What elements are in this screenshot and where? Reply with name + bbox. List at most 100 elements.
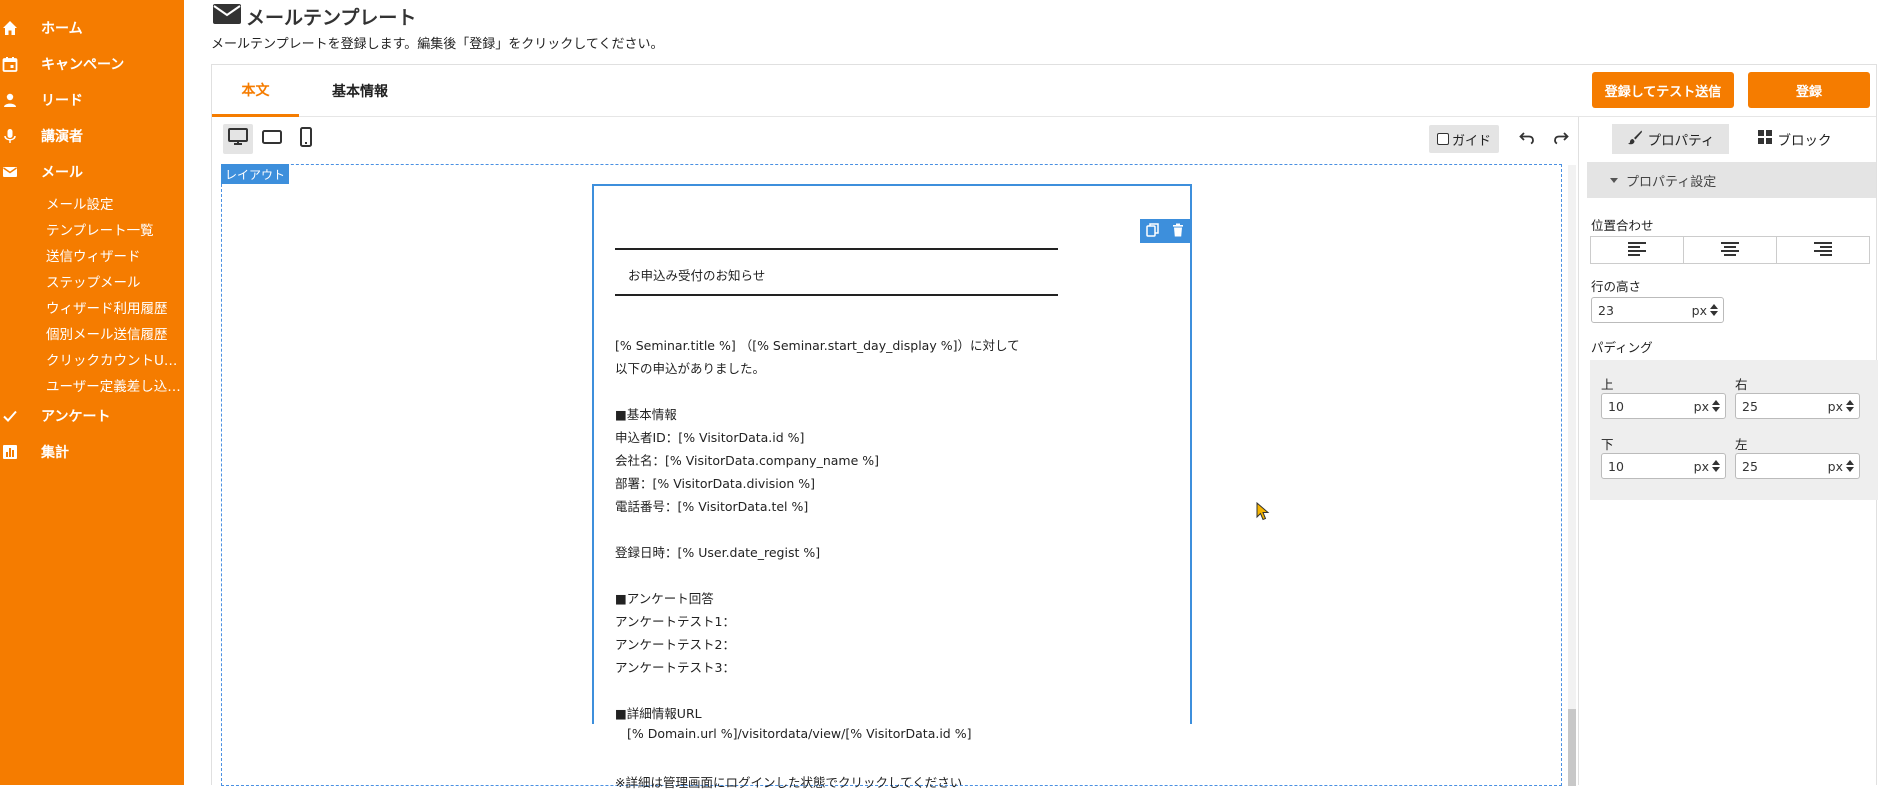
padding-left-input[interactable]: 25 px — [1735, 453, 1860, 479]
undo-button[interactable] — [1512, 124, 1542, 154]
tab-bar: 本文 基本情報 登録してテスト送信 登録 — [212, 65, 1876, 117]
tab-basic-info[interactable]: 基本情報 — [310, 65, 410, 117]
align-left-icon — [1628, 241, 1646, 260]
home-icon — [1, 19, 19, 37]
email-line: ※詳細は管理画面にログインした状態でクリックしてください — [615, 775, 963, 790]
padding-right-input[interactable]: 25 px — [1735, 393, 1860, 419]
copy-icon[interactable] — [1146, 222, 1159, 241]
guide-label: ガイド — [1451, 133, 1491, 149]
divider-top — [615, 248, 1058, 250]
desktop-view-button[interactable] — [223, 124, 253, 154]
tab-blocks-label: ブロック — [1777, 133, 1832, 149]
email-line: ■基本情報 — [615, 407, 677, 422]
sidebar-item-home[interactable]: ホーム — [0, 14, 184, 42]
stepper-icon[interactable] — [1711, 460, 1721, 472]
sidebar-item-mail[interactable]: メール — [0, 158, 184, 186]
section-title: プロパティ設定 — [1626, 174, 1717, 190]
unit-label: px — [1827, 398, 1843, 414]
calendar-icon — [1, 55, 19, 73]
guide-toggle[interactable]: ガイド — [1429, 125, 1499, 153]
padding-group: 上 10 px 右 25 px 下 10 px 左 25 px — [1590, 360, 1878, 500]
align-right-button[interactable] — [1777, 237, 1869, 263]
stepper-icon[interactable] — [1709, 304, 1719, 316]
stepper-icon[interactable] — [1845, 460, 1855, 472]
align-center-button[interactable] — [1684, 237, 1777, 263]
submenu-step-mail[interactable]: ステップメール — [46, 271, 182, 291]
padding-left-value: 25 — [1742, 458, 1758, 474]
mail-icon — [1, 163, 19, 181]
scrollbar-thumb[interactable] — [1568, 709, 1576, 786]
padding-top-input[interactable]: 10 px — [1601, 393, 1726, 419]
email-line: 電話番号：[% VisitorData.tel %] — [615, 499, 809, 514]
padding-right-label: 右 — [1735, 377, 1748, 392]
sidebar-item-label: 講演者 — [41, 129, 83, 145]
email-line: 会社名：[% VisitorData.company_name %] — [615, 453, 880, 468]
submenu-template-list[interactable]: テンプレート一覧 — [46, 219, 182, 239]
trash-icon[interactable] — [1172, 222, 1184, 241]
padding-top-value: 10 — [1608, 398, 1624, 414]
register-and-test-button[interactable]: 登録してテスト送信 — [1592, 72, 1734, 108]
submenu-wizard-history[interactable]: ウィザード利用履歴 — [46, 297, 182, 317]
sidebar-item-label: アンケート — [41, 409, 111, 425]
align-left-button[interactable] — [1591, 237, 1684, 263]
email-heading: お申込み受付のお知らせ — [628, 268, 766, 283]
stepper-icon[interactable] — [1711, 400, 1721, 412]
sidebar-item-lead[interactable]: リード — [0, 86, 184, 114]
desktop-icon — [228, 128, 248, 150]
submenu-user-defined-insert[interactable]: ユーザー定義差し込… — [46, 375, 182, 395]
mail-icon — [212, 2, 242, 30]
unit-label: px — [1827, 458, 1843, 474]
submenu-send-wizard[interactable]: 送信ウィザード — [46, 245, 182, 265]
sidebar-item-label: 集計 — [41, 445, 69, 461]
sidebar-item-label: キャンペーン — [41, 57, 125, 73]
email-line: [% Domain.url %]/visitordata/view/[% Vis… — [627, 726, 972, 741]
mobile-icon — [299, 127, 313, 151]
brush-icon — [1627, 129, 1643, 149]
cursor-icon — [1256, 501, 1270, 526]
canvas-scrollbar[interactable] — [1568, 165, 1576, 786]
sidebar-item-campaign[interactable]: キャンペーン — [0, 50, 184, 78]
sidebar-item-analytics[interactable]: 集計 — [0, 438, 184, 466]
stepper-icon[interactable] — [1845, 400, 1855, 412]
submenu-individual-mail-history[interactable]: 個別メール送信履歴 — [46, 323, 182, 343]
email-line: [% Seminar.title %] （[% Seminar.start_da… — [615, 338, 1020, 353]
padding-bottom-input[interactable]: 10 px — [1601, 453, 1726, 479]
align-group — [1590, 236, 1870, 264]
line-height-input[interactable]: 23 px — [1591, 297, 1724, 323]
tab-body[interactable]: 本文 — [212, 65, 299, 117]
sidebar-item-survey[interactable]: アンケート — [0, 402, 184, 430]
checkbox-icon — [1436, 133, 1449, 145]
microphone-icon — [1, 127, 19, 145]
submenu-mail-settings[interactable]: メール設定 — [46, 193, 182, 213]
divider-bottom — [615, 294, 1058, 296]
sidebar-item-label: リード — [41, 93, 83, 109]
padding-bottom-label: 下 — [1601, 437, 1614, 452]
unit-label: px — [1693, 458, 1709, 474]
align-center-icon — [1721, 241, 1739, 260]
padding-right-value: 25 — [1742, 398, 1758, 414]
email-line: アンケートテスト3： — [615, 660, 735, 675]
unit-label: px — [1693, 398, 1709, 414]
padding-top-label: 上 — [1601, 377, 1614, 392]
align-right-icon — [1814, 241, 1832, 260]
register-button[interactable]: 登録 — [1748, 72, 1870, 108]
email-line: 以下の申込がありました。 — [615, 361, 766, 376]
submenu-click-count[interactable]: クリックカウントU… — [46, 349, 182, 369]
line-height-value: 23 — [1598, 302, 1614, 318]
align-label: 位置合わせ — [1591, 218, 1654, 233]
tab-properties[interactable]: プロパティ — [1612, 124, 1729, 154]
sidebar: ホーム キャンペーン リード 講演者 メール メール設定 テンプレート一覧 送信… — [0, 0, 184, 785]
tab-properties-label: プロパティ — [1647, 133, 1715, 149]
redo-icon — [1553, 129, 1569, 149]
redo-button[interactable] — [1546, 124, 1576, 154]
email-line: アンケートテスト2： — [615, 637, 735, 652]
blocks-icon — [1757, 129, 1773, 149]
property-settings-header[interactable]: プロパティ設定 — [1587, 162, 1876, 198]
page-title: メールテンプレート — [246, 6, 417, 29]
tab-blocks[interactable]: ブロック — [1739, 124, 1849, 154]
check-icon — [1, 407, 19, 425]
mobile-view-button[interactable] — [291, 124, 321, 154]
tablet-view-button[interactable] — [257, 124, 287, 154]
sidebar-item-speaker[interactable]: 講演者 — [0, 122, 184, 150]
padding-bottom-value: 10 — [1608, 458, 1624, 474]
